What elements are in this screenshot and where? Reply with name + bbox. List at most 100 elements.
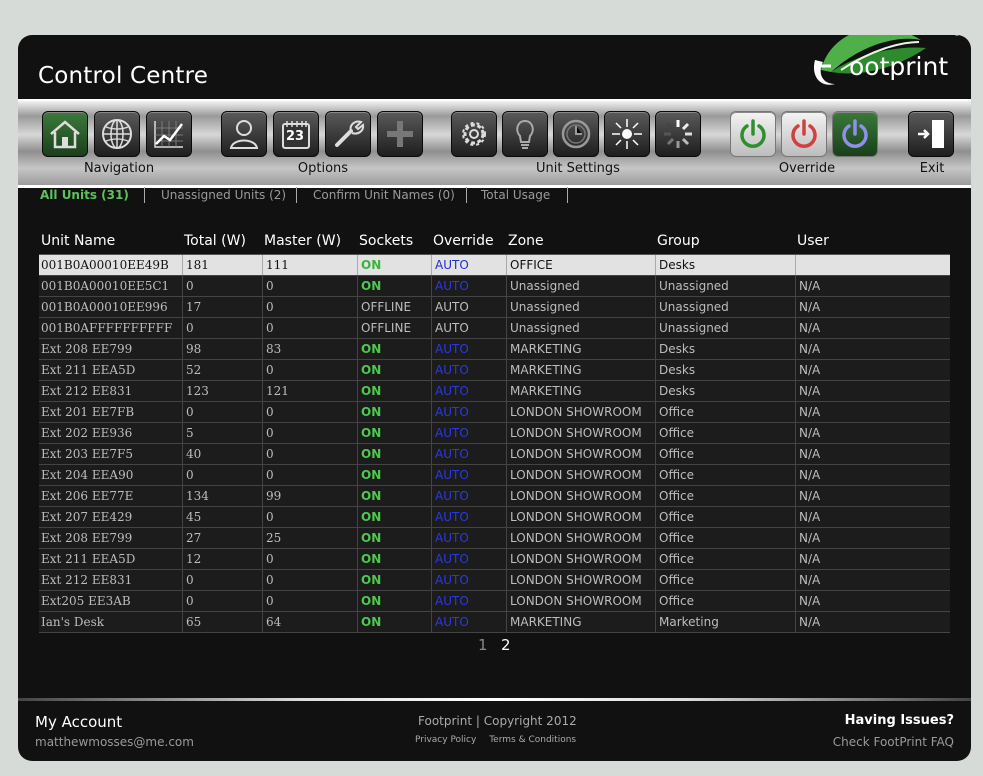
cell-master-watts: 64 — [262, 612, 357, 632]
toolbar-label-exit: Exit — [919, 161, 945, 176]
cell-override: AUTO — [431, 528, 506, 548]
cell-master-watts: 0 — [262, 444, 357, 464]
cell-total-watts: 0 — [182, 318, 262, 338]
cell-unit-name: Ext 207 EE429 — [41, 510, 133, 524]
cell-user: N/A — [795, 570, 950, 590]
table-row[interactable]: Ian's Desk 65 64 ON AUTO MARKETING Marketing N/… — [39, 612, 950, 633]
column-header-sockets[interactable]: Sockets — [359, 233, 413, 249]
table-row[interactable]: 001B0A00010EE996 17 0 OFFLINE AUTO Unassigned… — [39, 297, 950, 318]
table-row[interactable]: 001B0A00010EE49B 181 111 ON AUTO OFFICE Desks — [39, 255, 950, 276]
override-on-button[interactable] — [730, 111, 776, 157]
cell-override: AUTO — [431, 276, 506, 296]
table-row[interactable]: Ext 207 EE429 45 0 ON AUTO LONDON SHOWROOM Off… — [39, 507, 950, 528]
cell-sockets: ON — [357, 570, 431, 590]
my-account-link[interactable]: My Account — [35, 713, 122, 731]
cell-total-watts: 0 — [182, 570, 262, 590]
chart-icon — [154, 121, 183, 148]
header: Control Centre ootprint — [18, 35, 971, 99]
cell-user: N/A — [795, 381, 950, 401]
page-2-link[interactable]: 2 — [501, 636, 511, 654]
cell-group: Office — [655, 465, 795, 485]
cell-master-watts: 25 — [262, 528, 357, 548]
cell-group: Unassigned — [655, 297, 795, 317]
calendar-day: 23 — [286, 129, 305, 144]
table-row[interactable]: Ext205 EE3AB 0 0 ON AUTO LONDON SHOWROOM Offic… — [39, 591, 950, 612]
control-centre-window: Control Centre ootprint 23 Navigation Op… — [18, 35, 971, 761]
user-button[interactable] — [221, 111, 267, 157]
add-button[interactable] — [377, 111, 423, 157]
column-header-user[interactable]: User — [797, 233, 829, 249]
brightness-button[interactable] — [604, 111, 650, 157]
cell-unit-name: Ext 206 EE77E — [41, 489, 134, 503]
table-row[interactable]: Ext 201 EE7FB 0 0 ON AUTO LONDON SHOWROOM Offi… — [39, 402, 950, 423]
globe-button[interactable] — [94, 111, 140, 157]
cell-master-watts: 83 — [262, 339, 357, 359]
cell-group: Unassigned — [655, 318, 795, 338]
exit-door-icon — [918, 120, 944, 148]
loading-button[interactable] — [655, 111, 701, 157]
calendar-button[interactable]: 23 — [273, 111, 319, 157]
cell-zone: Unassigned — [506, 297, 655, 317]
cell-zone: LONDON SHOWROOM — [506, 570, 655, 590]
home-button[interactable] — [42, 111, 88, 157]
exit-button[interactable] — [908, 111, 954, 157]
schedule-button[interactable] — [553, 111, 599, 157]
terms-link[interactable]: Terms & Conditions — [489, 735, 576, 745]
column-header-total-watts[interactable]: Total (W) — [184, 233, 246, 249]
column-header-group[interactable]: Group — [657, 233, 700, 249]
cell-zone: Unassigned — [506, 276, 655, 296]
cell-override: AUTO — [431, 612, 506, 632]
cell-user: N/A — [795, 528, 950, 548]
table-row[interactable]: Ext 203 EE7F5 40 0 ON AUTO LONDON SHOWROOM Off… — [39, 444, 950, 465]
override-off-button[interactable] — [781, 111, 827, 157]
table-row[interactable]: Ext 211 EEA5D 12 0 ON AUTO LONDON SHOWROOM Off… — [39, 549, 950, 570]
cell-master-watts: 111 — [262, 255, 357, 275]
cell-group: Office — [655, 402, 795, 422]
wrench-button[interactable] — [325, 111, 371, 157]
column-header-override[interactable]: Override — [433, 233, 494, 249]
cell-unit-name: Ext 204 EEA90 — [41, 468, 134, 482]
column-header-zone[interactable]: Zone — [508, 233, 544, 249]
table-row[interactable]: Ext 204 EEA90 0 0 ON AUTO LONDON SHOWROOM Offi… — [39, 465, 950, 486]
account-email: matthewmosses@me.com — [35, 735, 194, 749]
clock-icon — [561, 119, 591, 149]
faq-link[interactable]: Check FootPrint FAQ — [833, 735, 954, 749]
table-row[interactable]: Ext 211 EEA5D 52 0 ON AUTO MARKETING Desks N/A — [39, 360, 950, 381]
page-title: Control Centre — [38, 63, 209, 89]
table-row[interactable]: 001B0AFFFFFFFFFF 0 0 OFFLINE AUTO Unassigned U… — [39, 318, 950, 339]
lighting-button[interactable] — [502, 111, 548, 157]
tab-total-usage[interactable]: Total Usage — [466, 188, 550, 202]
table-row[interactable]: Ext 208 EE799 27 25 ON AUTO LONDON SHOWROOM Of… — [39, 528, 950, 549]
lightbulb-icon — [516, 119, 534, 149]
table-row[interactable]: Ext 212 EE831 0 0 ON AUTO LONDON SHOWROOM Offi… — [39, 570, 950, 591]
cell-override: AUTO — [431, 360, 506, 380]
cell-user: N/A — [795, 276, 950, 296]
tab-all-units[interactable]: All Units (31) — [40, 188, 129, 202]
page-1-link[interactable]: 1 — [478, 636, 488, 654]
table-row[interactable]: 001B0A00010EE5C1 0 0 ON AUTO Unassigned Unassi… — [39, 276, 950, 297]
column-header-master-watts[interactable]: Master (W) — [264, 233, 341, 249]
table-row[interactable]: Ext 202 EE936 5 0 ON AUTO LONDON SHOWROOM Offi… — [39, 423, 950, 444]
globe-icon — [102, 119, 132, 149]
privacy-policy-link[interactable]: Privacy Policy — [415, 735, 476, 745]
sun-icon — [612, 119, 642, 149]
cell-total-watts: 5 — [182, 423, 262, 443]
table-row[interactable]: Ext 208 EE799 98 83 ON AUTO MARKETING Desks N/A — [39, 339, 950, 360]
override-auto-button[interactable] — [832, 111, 878, 157]
cell-unit-name: Ext 208 EE799 — [41, 531, 133, 545]
column-header-unit-name[interactable]: Unit Name — [41, 233, 115, 249]
table-row[interactable]: Ext 206 EE77E 134 99 ON AUTO LONDON SHOWROOM O… — [39, 486, 950, 507]
tab-confirm-unit-names[interactable]: Confirm Unit Names (0) — [296, 188, 455, 202]
unit-settings-button[interactable] — [451, 111, 497, 157]
chart-button[interactable] — [146, 111, 192, 157]
cell-group: Desks — [655, 339, 795, 359]
cell-master-watts: 0 — [262, 507, 357, 527]
cell-zone: MARKETING — [506, 360, 655, 380]
cell-sockets: ON — [357, 486, 431, 506]
table-row[interactable]: Ext 212 EE831 123 121 ON AUTO MARKETING Desks N… — [39, 381, 950, 402]
cell-user — [795, 255, 950, 275]
cell-master-watts: 0 — [262, 402, 357, 422]
cell-total-watts: 0 — [182, 402, 262, 422]
tab-unassigned-units[interactable]: Unassigned Units (2) — [144, 188, 286, 202]
cell-group: Desks — [655, 255, 795, 275]
